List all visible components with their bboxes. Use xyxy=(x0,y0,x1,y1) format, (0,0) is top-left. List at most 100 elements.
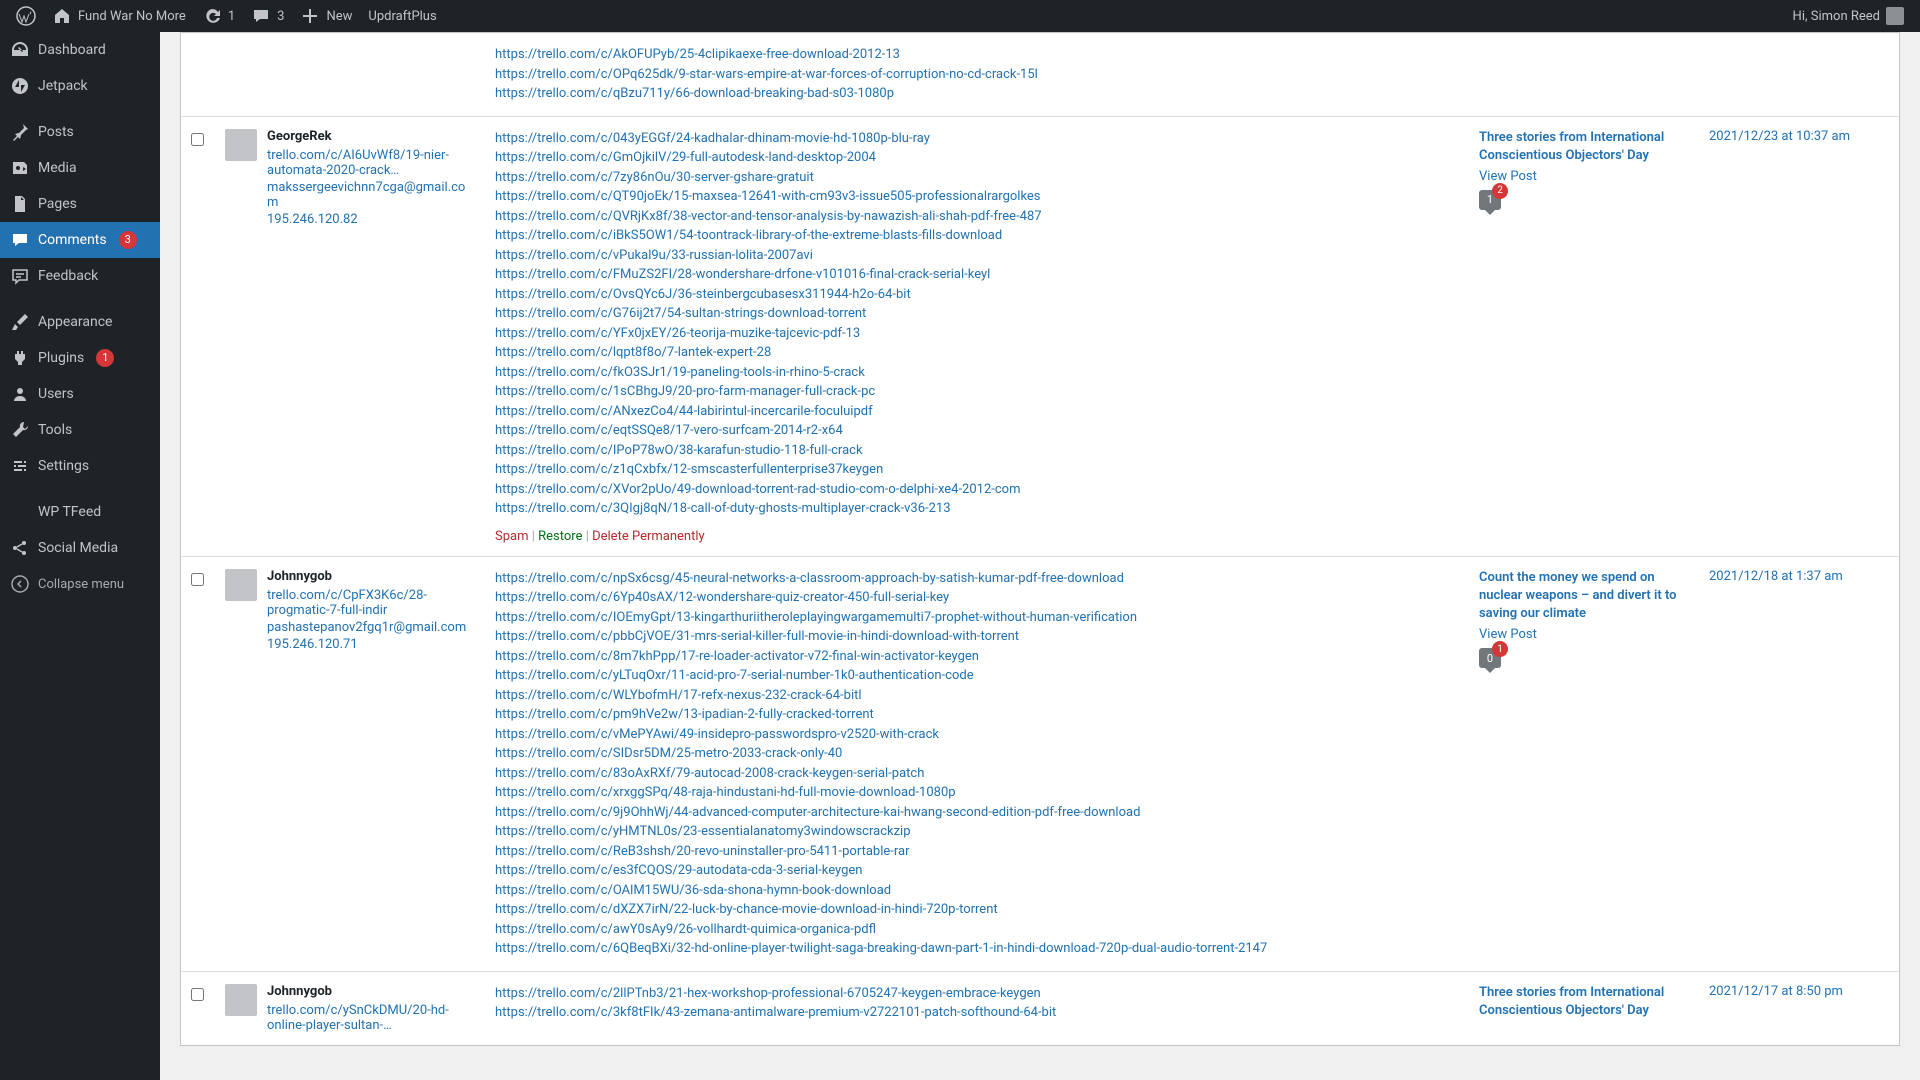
spam-link[interactable]: https://trello.com/c/es3fCQOS/29-autodat… xyxy=(495,861,1453,881)
menu-social[interactable]: Social Media xyxy=(0,530,160,566)
spam-link[interactable]: https://trello.com/c/IOEmyGpt/13-kingart… xyxy=(495,608,1453,628)
updraft-label: UpdraftPlus xyxy=(368,9,436,24)
spam-link[interactable]: https://trello.com/c/3kf8tFIk/43-zemana-… xyxy=(495,1003,1453,1023)
new-content-link[interactable]: New xyxy=(292,0,360,32)
select-comment-checkbox[interactable] xyxy=(191,133,204,146)
view-post-link[interactable]: View Post xyxy=(1479,627,1699,642)
author-email[interactable]: pashastepanov2fgq1r@gmail.com xyxy=(267,620,473,635)
spam-link[interactable]: https://trello.com/c/6Yp40sAX/12-wonders… xyxy=(495,588,1453,608)
spam-link[interactable]: https://trello.com/c/AkOFUPyb/25-4clipik… xyxy=(495,45,1453,65)
author-url[interactable]: trello.com/c/ySnCkDMU/20-hd-online-playe… xyxy=(267,1003,473,1033)
submitted-date[interactable]: 2021/12/18 at 1:37 am xyxy=(1709,569,1843,584)
spam-link[interactable]: https://trello.com/c/npSx6csg/45-neural-… xyxy=(495,569,1453,589)
spam-link[interactable]: https://trello.com/c/7zy86nOu/30-server-… xyxy=(495,168,1453,188)
spam-link[interactable]: https://trello.com/c/G76ij2t7/54-sultan-… xyxy=(495,304,1453,324)
collapse-icon xyxy=(10,574,30,594)
menu-posts[interactable]: Posts xyxy=(0,114,160,150)
menu-media[interactable]: Media xyxy=(0,150,160,186)
author-url[interactable]: trello.com/c/AI6UvWf8/19-nier-automata-2… xyxy=(267,148,473,178)
spam-link[interactable]: https://trello.com/c/XVor2pUo/49-downloa… xyxy=(495,480,1453,500)
approved-count-bubble[interactable]: 12 xyxy=(1479,190,1501,210)
submitted-date[interactable]: 2021/12/23 at 10:37 am xyxy=(1709,129,1850,144)
spam-link[interactable]: https://trello.com/c/pbbCjVOE/31-mrs-ser… xyxy=(495,627,1453,647)
updraft-link[interactable]: UpdraftPlus xyxy=(360,0,444,32)
menu-wptfeed[interactable]: WP TFeed xyxy=(0,494,160,530)
spam-link[interactable]: https://trello.com/c/vMePYAwi/49-insidep… xyxy=(495,725,1453,745)
spam-link[interactable]: https://trello.com/c/iBkS5OW1/54-toontra… xyxy=(495,226,1453,246)
spam-link[interactable]: https://trello.com/c/yHMTNL0s/23-essenti… xyxy=(495,822,1453,842)
delete-action[interactable]: Delete Permanently xyxy=(592,529,705,544)
spam-link[interactable]: https://trello.com/c/83oAxRXf/79-autocad… xyxy=(495,764,1453,784)
spam-link[interactable]: https://trello.com/c/WLYbofmH/17-refx-ne… xyxy=(495,686,1453,706)
pin-icon xyxy=(10,122,30,142)
spam-link[interactable]: https://trello.com/c/lqpt8f8o/7-lantek-e… xyxy=(495,343,1453,363)
spam-link[interactable]: https://trello.com/c/043yEGGf/24-kadhala… xyxy=(495,129,1453,149)
collapse-menu[interactable]: Collapse menu xyxy=(0,566,160,602)
account-link[interactable]: Hi, Simon Reed xyxy=(1785,0,1912,32)
wp-logo[interactable] xyxy=(8,0,44,32)
author-ip[interactable]: 195.246.120.71 xyxy=(267,637,473,652)
spam-link[interactable]: https://trello.com/c/8m7khPpp/17-re-load… xyxy=(495,647,1453,667)
menu-dashboard[interactable]: Dashboard xyxy=(0,32,160,68)
spam-link[interactable]: https://trello.com/c/QVRjKx8f/38-vector-… xyxy=(495,207,1453,227)
updates-link[interactable]: 1 xyxy=(194,0,243,32)
author-url[interactable]: trello.com/c/CpFX3K6c/28-progmatic-7-ful… xyxy=(267,588,473,618)
spam-link[interactable]: https://trello.com/c/GmOjkilV/29-full-au… xyxy=(495,148,1453,168)
select-comment-checkbox[interactable] xyxy=(191,988,204,1001)
spam-link[interactable]: https://trello.com/c/OvsQYc6J/36-steinbe… xyxy=(495,285,1453,305)
spam-link[interactable]: https://trello.com/c/z1qCxbfx/12-smscast… xyxy=(495,460,1453,480)
spam-link[interactable]: https://trello.com/c/pm9hVe2w/13-ipadian… xyxy=(495,705,1453,725)
response-post-title[interactable]: Count the money we spend on nuclear weap… xyxy=(1479,569,1699,624)
menu-appearance[interactable]: Appearance xyxy=(0,304,160,340)
spam-link[interactable]: https://trello.com/c/YFx0jxEY/26-teorija… xyxy=(495,324,1453,344)
spam-link[interactable]: https://trello.com/c/1sCBhgJ9/20-pro-far… xyxy=(495,382,1453,402)
menu-tools[interactable]: Tools xyxy=(0,412,160,448)
spam-link[interactable]: https://trello.com/c/xrxggSPq/48-raja-hi… xyxy=(495,783,1453,803)
menu-label: Social Media xyxy=(38,540,118,556)
spam-link[interactable]: https://trello.com/c/ReB3shsh/20-revo-un… xyxy=(495,842,1453,862)
menu-comments[interactable]: Comments3 xyxy=(0,222,160,258)
spam-link[interactable]: https://trello.com/c/SIDsr5DM/25-metro-2… xyxy=(495,744,1453,764)
comment-row: Johnnygobtrello.com/c/CpFX3K6c/28-progma… xyxy=(181,556,1899,971)
approved-count-bubble[interactable]: 01 xyxy=(1479,648,1501,668)
author-email[interactable]: makssergeevichnn7cga@gmail.com xyxy=(267,180,473,210)
spam-link[interactable]: https://trello.com/c/vPukal9u/33-russian… xyxy=(495,246,1453,266)
menu-label: Comments xyxy=(38,232,107,248)
menu-jetpack[interactable]: Jetpack xyxy=(0,68,160,104)
spam-link[interactable]: https://trello.com/c/fkO3SJr1/19-panelin… xyxy=(495,363,1453,383)
spam-link[interactable]: https://trello.com/c/6QBeqBXi/32-hd-onli… xyxy=(495,939,1453,959)
spam-link[interactable]: https://trello.com/c/ANxezCo4/44-labirin… xyxy=(495,402,1453,422)
restore-action[interactable]: Restore xyxy=(538,529,582,544)
user-avatar-icon xyxy=(1886,7,1904,25)
spam-link[interactable]: https://trello.com/c/dXZX7irN/22-luck-by… xyxy=(495,900,1453,920)
spam-link[interactable]: https://trello.com/c/9j9OhhWj/44-advance… xyxy=(495,803,1453,823)
spam-link[interactable]: https://trello.com/c/3QIgj8qN/18-call-of… xyxy=(495,499,1453,519)
spam-link[interactable]: https://trello.com/c/OPq625dk/9-star-war… xyxy=(495,65,1453,85)
spam-link[interactable]: https://trello.com/c/eqtSSQe8/17-vero-su… xyxy=(495,421,1453,441)
menu-label: Dashboard xyxy=(38,42,106,58)
menu-pages[interactable]: Pages xyxy=(0,186,160,222)
spam-link[interactable]: https://trello.com/c/OAlM15WU/36-sda-sho… xyxy=(495,881,1453,901)
select-comment-checkbox[interactable] xyxy=(191,573,204,586)
view-post-link[interactable]: View Post xyxy=(1479,169,1699,184)
site-name-link[interactable]: Fund War No More xyxy=(44,0,194,32)
spam-link[interactable]: https://trello.com/c/yLTuqOxr/11-acid-pr… xyxy=(495,666,1453,686)
submitted-date[interactable]: 2021/12/17 at 8:50 pm xyxy=(1709,984,1843,999)
spam-link[interactable]: https://trello.com/c/2llPTnb3/21-hex-wor… xyxy=(495,984,1453,1004)
spam-link[interactable]: https://trello.com/c/qBzu711y/66-downloa… xyxy=(495,84,1453,104)
menu-users[interactable]: Users xyxy=(0,376,160,412)
dashboard-icon xyxy=(10,40,30,60)
spam-link[interactable]: https://trello.com/c/awY0sAy9/26-vollhar… xyxy=(495,920,1453,940)
comments-link[interactable]: 3 xyxy=(243,0,292,32)
response-post-title[interactable]: Three stories from International Conscie… xyxy=(1479,984,1699,1020)
spam-link[interactable]: https://trello.com/c/FMuZS2FI/28-wonders… xyxy=(495,265,1453,285)
settings-icon xyxy=(10,456,30,476)
author-ip[interactable]: 195.246.120.82 xyxy=(267,212,473,227)
spam-link[interactable]: https://trello.com/c/QT90joEk/15-maxsea-… xyxy=(495,187,1453,207)
spam-action[interactable]: Spam xyxy=(495,529,529,544)
response-post-title[interactable]: Three stories from International Conscie… xyxy=(1479,129,1699,165)
menu-settings[interactable]: Settings xyxy=(0,448,160,484)
menu-plugins[interactable]: Plugins1 xyxy=(0,340,160,376)
menu-feedback[interactable]: Feedback xyxy=(0,258,160,294)
spam-link[interactable]: https://trello.com/c/IPoP78wO/38-karafun… xyxy=(495,441,1453,461)
